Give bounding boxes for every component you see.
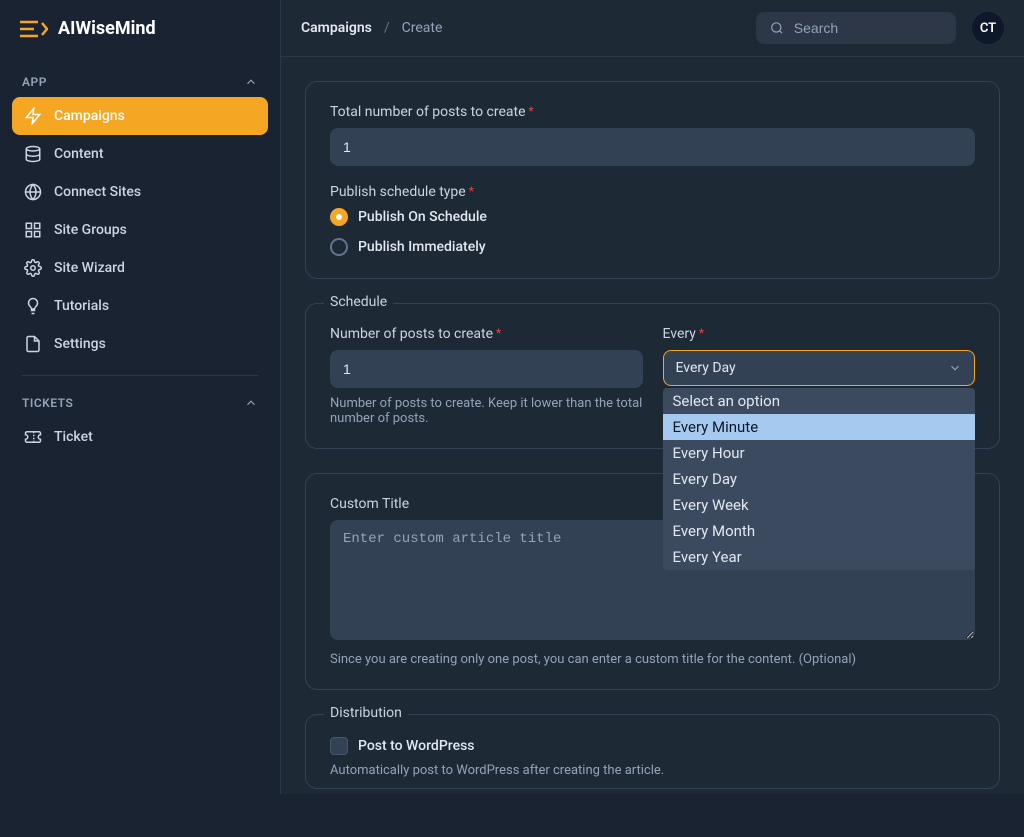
radio-publish-schedule[interactable]: Publish On Schedule <box>330 208 975 226</box>
checkbox-label: Post to WordPress <box>358 738 475 754</box>
sidebar-item-label: Site Groups <box>54 222 127 238</box>
sidebar-item-label: Site Wizard <box>54 260 125 276</box>
sidebar-item-ticket[interactable]: Ticket <box>12 418 268 456</box>
select-value: Every Day <box>676 360 736 376</box>
sidebar-item-content[interactable]: Content <box>12 135 268 173</box>
breadcrumb-current: Create <box>402 20 443 36</box>
avatar[interactable]: CT <box>972 12 1004 44</box>
schedule-type-label: Publish schedule type <box>330 184 975 200</box>
sidebar-item-tutorials[interactable]: Tutorials <box>12 287 268 325</box>
radio-label: Publish Immediately <box>358 239 486 255</box>
dropdown-option-day[interactable]: Every Day <box>663 466 976 492</box>
radio-label: Publish On Schedule <box>358 209 487 225</box>
section-label: TICKETS <box>22 396 73 410</box>
schedule-radio-group: Publish On Schedule Publish Immediately <box>330 208 975 256</box>
sidebar-item-label: Ticket <box>54 429 93 445</box>
checkbox-post-wordpress[interactable]: Post to WordPress <box>330 737 975 755</box>
every-dropdown: Select an option Every Minute Every Hour… <box>663 388 976 570</box>
checkbox-icon <box>330 737 348 755</box>
sidebar-item-label: Content <box>54 146 104 162</box>
sidebar-section-app: APP Campaigns Content Connect Sites <box>0 57 280 466</box>
num-posts-label: Number of posts to create <box>330 326 643 342</box>
radio-circle-icon <box>330 208 348 226</box>
breadcrumb-separator: / <box>384 20 390 36</box>
card-schedule: Schedule Number of posts to create Numbe… <box>305 303 1000 449</box>
section-label: APP <box>22 75 47 89</box>
section-header-tickets[interactable]: TICKETS <box>12 388 268 418</box>
sidebar-item-label: Settings <box>54 336 106 352</box>
sidebar-item-site-groups[interactable]: Site Groups <box>12 211 268 249</box>
breadcrumb: Campaigns / Create <box>301 20 442 36</box>
card-distribution: Distribution Post to WordPress Automatic… <box>305 714 1000 789</box>
ticket-icon <box>24 428 42 446</box>
content-area: Total number of posts to create Publish … <box>281 57 1024 837</box>
schedule-legend: Schedule <box>324 294 393 310</box>
chevron-up-icon <box>244 75 258 89</box>
every-label: Every <box>663 326 976 342</box>
lightbulb-icon <box>24 297 42 315</box>
breadcrumb-root[interactable]: Campaigns <box>301 20 372 36</box>
total-posts-input[interactable] <box>330 128 975 166</box>
every-select[interactable]: Every Day Select an option Every Minute … <box>663 350 976 386</box>
total-posts-label: Total number of posts to create <box>330 104 975 120</box>
grid-icon <box>24 221 42 239</box>
dropdown-option-hour[interactable]: Every Hour <box>663 440 976 466</box>
chevron-up-icon <box>244 396 258 410</box>
post-wp-help: Automatically post to WordPress after cr… <box>330 763 975 778</box>
radio-publish-immediately[interactable]: Publish Immediately <box>330 238 975 256</box>
sidebar-item-campaigns[interactable]: Campaigns <box>12 97 268 135</box>
num-posts-input[interactable] <box>330 350 643 388</box>
dropdown-option-year[interactable]: Every Year <box>663 544 976 570</box>
search-icon <box>770 20 784 36</box>
sidebar-item-label: Connect Sites <box>54 184 141 200</box>
sidebar: AIWiseMind APP Campaigns Content Connect… <box>0 0 281 794</box>
num-posts-help: Number of posts to create. Keep it lower… <box>330 396 643 426</box>
sidebar-item-connect-sites[interactable]: Connect Sites <box>12 173 268 211</box>
card-posts-config: Total number of posts to create Publish … <box>305 81 1000 279</box>
document-icon <box>24 335 42 353</box>
sidebar-item-site-wizard[interactable]: Site Wizard <box>12 249 268 287</box>
chevron-down-icon <box>948 361 962 375</box>
gear-icon <box>24 259 42 277</box>
logo-icon <box>20 19 48 39</box>
distribution-legend: Distribution <box>324 705 408 721</box>
avatar-initials: CT <box>980 21 996 36</box>
topbar-right: CT <box>756 12 1004 44</box>
custom-title-help: Since you are creating only one post, yo… <box>330 652 975 667</box>
dropdown-option-month[interactable]: Every Month <box>663 518 976 544</box>
divider <box>22 375 258 376</box>
select-display[interactable]: Every Day <box>663 350 976 386</box>
database-icon <box>24 145 42 163</box>
brand-name: AIWiseMind <box>58 18 156 39</box>
sidebar-item-label: Campaigns <box>54 108 125 124</box>
search-input[interactable] <box>794 20 942 36</box>
search-box[interactable] <box>756 12 956 44</box>
sidebar-item-settings[interactable]: Settings <box>12 325 268 363</box>
topbar: Campaigns / Create CT <box>281 0 1024 57</box>
dropdown-option-minute[interactable]: Every Minute <box>663 414 976 440</box>
globe-icon <box>24 183 42 201</box>
lightning-icon <box>24 107 42 125</box>
section-header-app[interactable]: APP <box>12 67 268 97</box>
radio-circle-icon <box>330 238 348 256</box>
dropdown-option-placeholder[interactable]: Select an option <box>663 388 976 414</box>
dropdown-option-week[interactable]: Every Week <box>663 492 976 518</box>
main: Campaigns / Create CT Total number of po… <box>281 0 1024 794</box>
sidebar-header: AIWiseMind <box>0 0 280 57</box>
sidebar-item-label: Tutorials <box>54 298 109 314</box>
